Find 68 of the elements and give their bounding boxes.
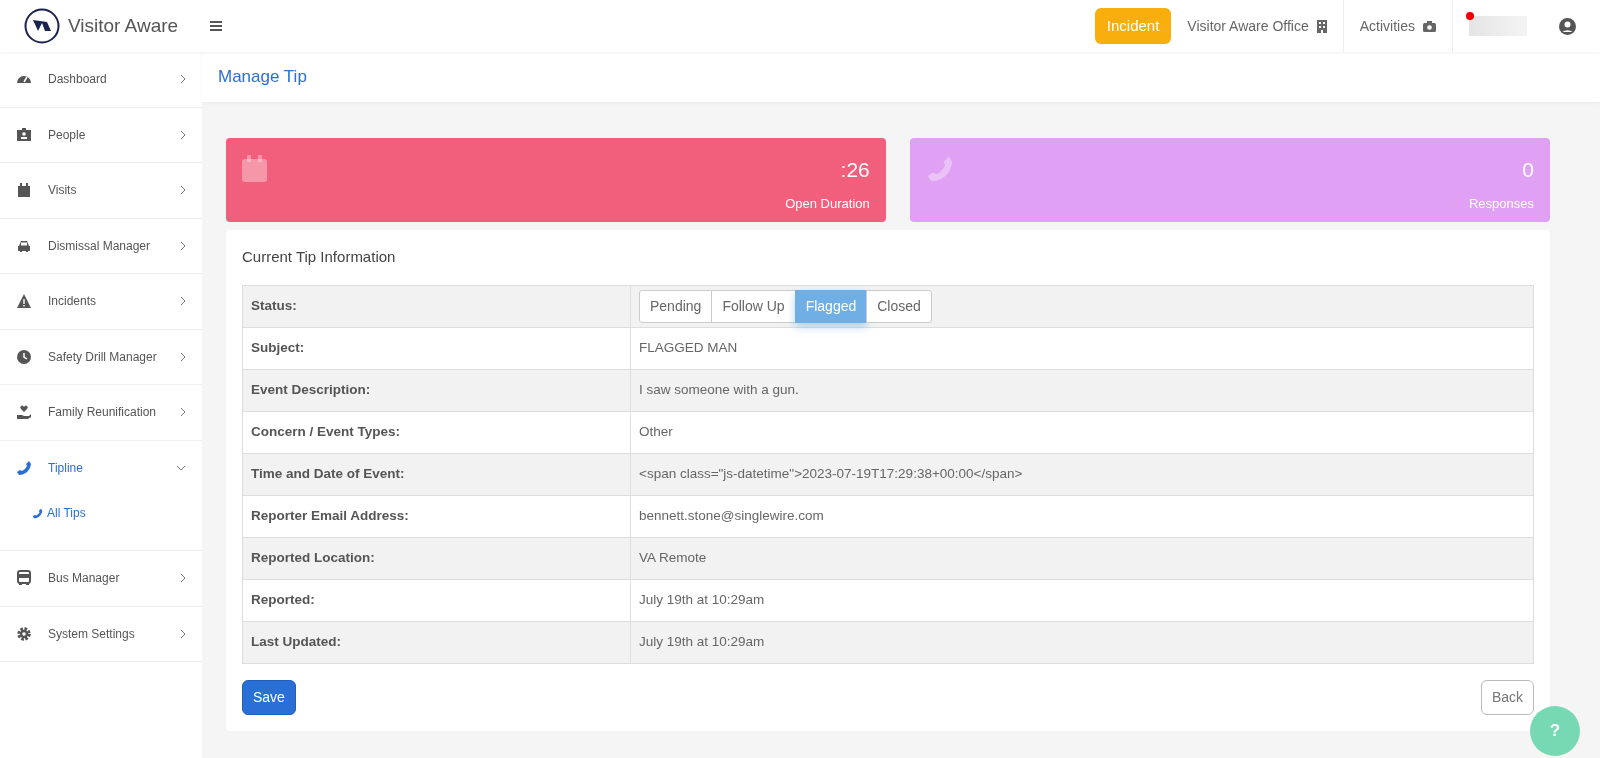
field-value: <span class="js-datetime">2023-07-19T17:29:38+00:00</span> (630, 453, 1534, 495)
back-button[interactable]: Back (1480, 679, 1534, 715)
field-label: Reported: (242, 579, 631, 621)
panel-title: Current Tip Information (242, 248, 396, 265)
sidebar-item[interactable]: Incidents (0, 274, 202, 330)
brand-name: Visitor Aware (67, 13, 179, 38)
chevron-right-icon (180, 240, 186, 251)
sidebar-item[interactable]: Tipline (0, 440, 202, 496)
menu-icon[interactable] (210, 21, 222, 31)
chevron-right-icon (180, 628, 186, 639)
field-label: Concern / Event Types: (242, 411, 631, 453)
field-label: Event Description: (242, 369, 631, 411)
field-label: Time and Date of Event: (242, 453, 631, 495)
field-value: FLAGGED MAN (630, 327, 1534, 369)
field-value: Other (630, 411, 1534, 453)
activities-link[interactable]: Activities (1359, 15, 1415, 37)
save-button[interactable]: Save (242, 679, 296, 715)
field-label: Reporter Email Address: (242, 495, 631, 537)
phone-icon (925, 155, 954, 183)
warning-icon (16, 293, 32, 310)
sidebar-item[interactable]: Dismissal Manager (0, 218, 202, 274)
chevron-right-icon (180, 407, 186, 418)
stat-value: :26 (840, 157, 870, 183)
user-avatar-icon[interactable] (1559, 17, 1576, 35)
building-icon (1316, 19, 1327, 33)
sidebar-item[interactable]: Visits (0, 163, 202, 219)
field-label: Last Updated: (242, 621, 631, 663)
id-badge-icon (16, 126, 32, 143)
status-option[interactable]: Follow Up (711, 289, 796, 323)
sidebar-item[interactable]: People (0, 107, 202, 163)
status-option[interactable]: Pending (639, 289, 713, 323)
chevron-right-icon (180, 573, 186, 584)
field-value: July 19th at 10:29am (630, 579, 1534, 621)
field-value: I saw someone with a gun. (630, 369, 1534, 411)
logo-icon (23, 8, 60, 44)
redacted-name (1469, 16, 1527, 36)
field-value: VA Remote (630, 537, 1534, 579)
field-label: Reported Location: (242, 537, 631, 579)
field-value: bennett.stone@singlewire.com (630, 495, 1534, 537)
bus-icon (16, 570, 32, 587)
sidebar-item[interactable]: Safety Drill Manager (0, 329, 202, 385)
chevron-right-icon (180, 185, 186, 196)
status-option[interactable]: Closed (866, 289, 932, 323)
clock-icon (16, 348, 32, 365)
stat-value: 0 (1522, 157, 1534, 183)
calendar-icon (242, 155, 267, 182)
chevron-down-icon (176, 465, 186, 472)
stat-label: Responses (1468, 194, 1534, 213)
chevron-right-icon (180, 351, 186, 362)
chevron-right-icon (180, 129, 186, 140)
hand-heart-icon (16, 404, 32, 421)
sidebar-item[interactable]: System Settings (0, 606, 202, 662)
phone-icon (16, 460, 32, 477)
chevron-right-icon (180, 296, 186, 307)
sidebar-item[interactable]: Bus Manager (0, 551, 202, 607)
stat-label: Open Duration (785, 194, 870, 213)
chevron-right-icon (180, 74, 186, 85)
camera-icon (1423, 20, 1436, 32)
calendar-icon (16, 182, 32, 199)
phone-icon (32, 507, 43, 519)
office-link[interactable]: Visitor Aware Office (1187, 15, 1309, 37)
gear-icon (16, 625, 32, 642)
field-value: July 19th at 10:29am (630, 621, 1534, 663)
field-label: Status: (242, 285, 631, 327)
page-title: Manage Tip (218, 66, 307, 89)
sidebar-item[interactable]: Family Reunification (0, 385, 202, 441)
sidebar-subitem[interactable]: All Tips (32, 504, 86, 522)
field-label: Subject: (242, 327, 631, 369)
